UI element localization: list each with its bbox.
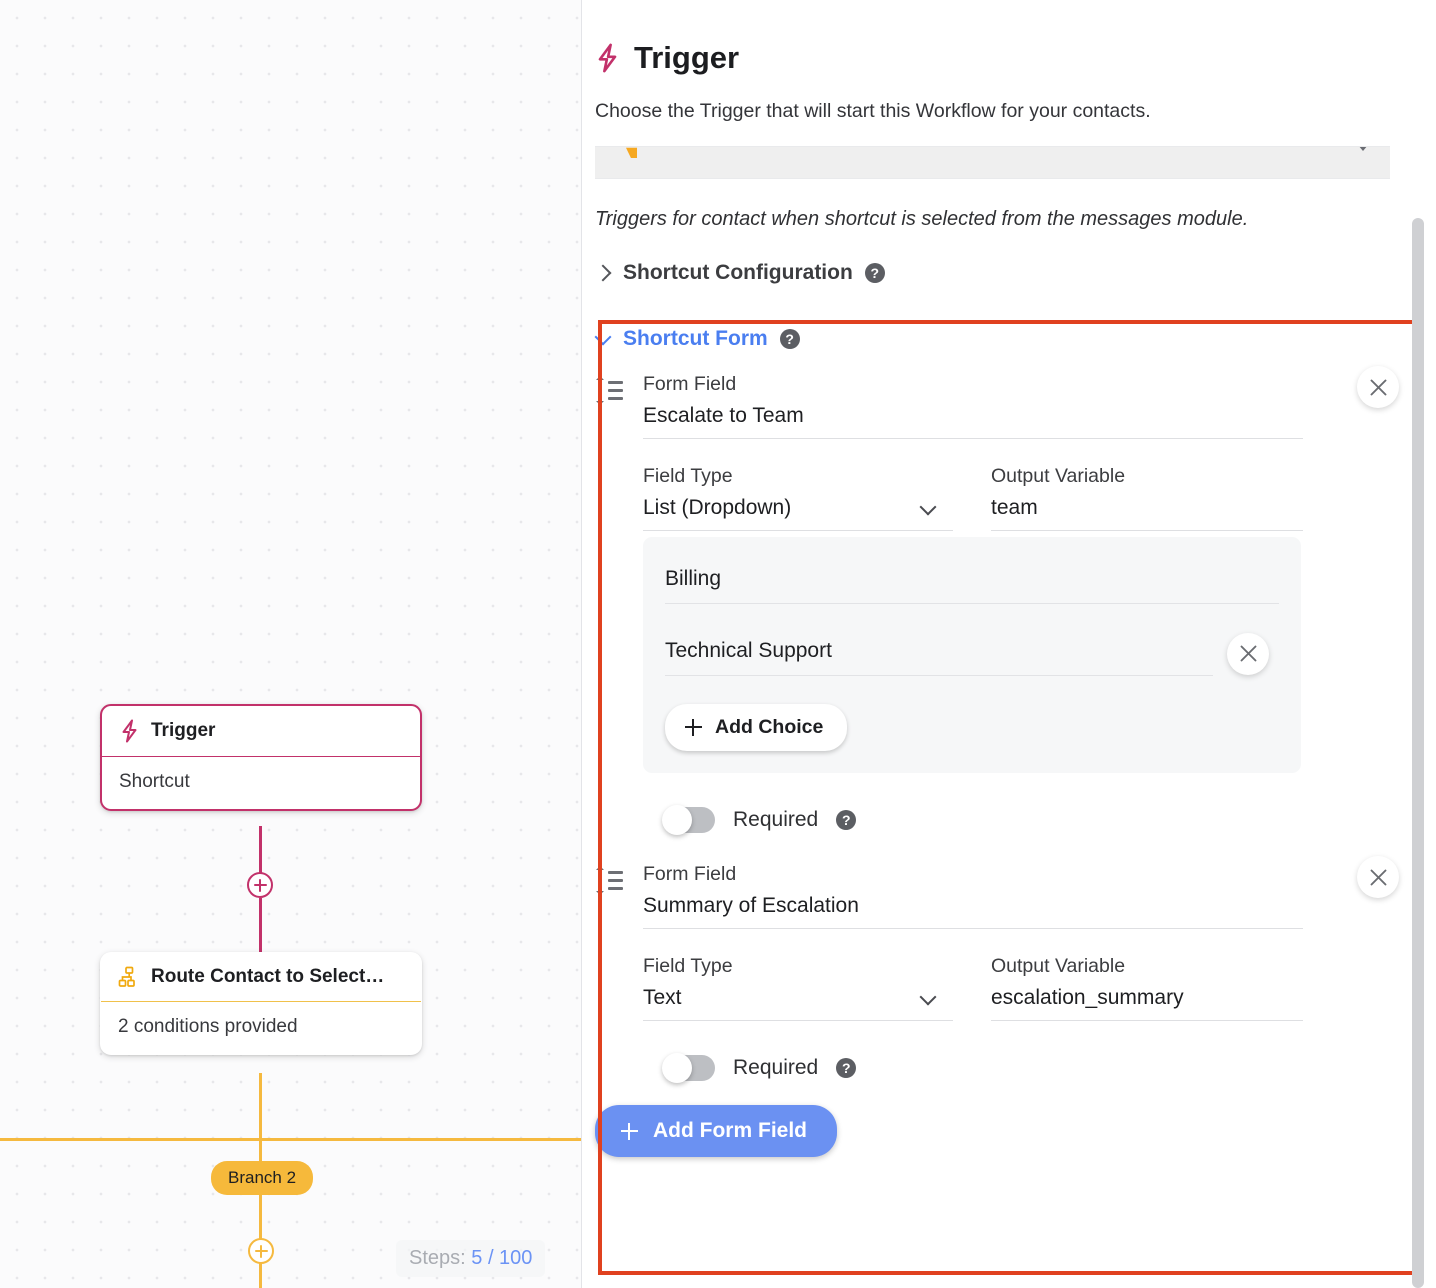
add-form-field-label: Add Form Field <box>653 1119 807 1142</box>
add-choice-button-1[interactable]: Add Choice <box>665 704 848 751</box>
remove-form-field-button-1[interactable] <box>1357 366 1399 408</box>
reorder-handle-icon[interactable] <box>595 376 623 405</box>
add-step-button-2[interactable] <box>248 1238 274 1264</box>
workflow-canvas[interactable]: Trigger Shortcut Route Contact to Select… <box>0 0 582 1288</box>
section-shortcut-form-label: Shortcut Form <box>623 327 768 350</box>
shortcut-tag-icon <box>626 147 637 158</box>
canvas-node-trigger-header: Trigger <box>102 706 420 757</box>
canvas-node-route-subtitle: 2 conditions provided <box>118 1016 298 1037</box>
section-shortcut-configuration-label: Shortcut Configuration <box>623 261 853 284</box>
panel-scroll-area: Triggers for contact when shortcut is se… <box>582 146 1436 1157</box>
choice-input-1[interactable] <box>665 559 1279 604</box>
section-shortcut-form[interactable]: Shortcut Form ? <box>595 285 1436 351</box>
chevron-right-icon <box>595 265 611 281</box>
page-title: Trigger <box>582 0 1436 76</box>
edge-route-to-branchline <box>259 1073 262 1141</box>
choices-panel-1: Add Choice <box>643 537 1301 773</box>
add-form-field-button[interactable]: Add Form Field <box>595 1105 837 1157</box>
panel-scrollbar[interactable] <box>1412 218 1424 1288</box>
toggle-knob <box>662 1053 692 1083</box>
reorder-line <box>608 381 623 384</box>
required-toggle-row-1: Required ? <box>595 773 1436 835</box>
toggle-knob <box>662 805 692 835</box>
trigger-config-panel: Trigger Choose the Trigger that will sta… <box>582 0 1436 1288</box>
field-type-select-2[interactable]: Text <box>643 978 953 1021</box>
canvas-node-route-contact[interactable]: Route Contact to Select… 2 conditions pr… <box>100 952 422 1055</box>
required-label-1: Required <box>733 808 819 831</box>
output-variable-value-1: team <box>991 496 1038 519</box>
plus-vertical-bar <box>258 878 262 892</box>
chevron-down-icon <box>595 331 611 347</box>
steps-counter: Steps: 5 / 100 <box>396 1240 546 1277</box>
required-label-2: Required <box>733 1056 819 1079</box>
branch-label-branch-2[interactable]: Branch 2 <box>211 1161 314 1195</box>
reorder-arrow <box>595 376 605 405</box>
reorder-line <box>608 887 623 890</box>
help-icon[interactable]: ? <box>864 263 885 283</box>
edge-branch2-down <box>259 1262 262 1288</box>
add-step-button-1[interactable] <box>247 872 273 898</box>
trigger-description: Triggers for contact when shortcut is se… <box>595 208 1249 230</box>
field-type-select-1[interactable]: List (Dropdown) <box>643 488 953 531</box>
branch-horizontal-line <box>0 1138 582 1141</box>
lightning-bolt-icon <box>595 43 620 73</box>
remove-choice-button-2[interactable] <box>1227 632 1269 675</box>
form-field-label-1: Form Field <box>643 373 737 395</box>
chevron-down-icon <box>922 502 935 515</box>
panel-subtitle: Choose the Trigger that will start this … <box>595 100 1151 122</box>
remove-form-field-button-2[interactable] <box>1357 856 1399 898</box>
output-variable-value-2: escalation_summary <box>991 986 1184 1009</box>
field-type-value-2: Text <box>643 986 682 1009</box>
lightning-bolt-icon <box>119 719 140 743</box>
form-field-name-input-1[interactable] <box>643 396 1303 439</box>
output-variable-input-1[interactable]: team <box>991 488 1303 531</box>
choice-row-1 <box>665 559 1279 604</box>
reorder-line <box>608 879 623 882</box>
reorder-line <box>608 871 623 874</box>
trigger-type-select[interactable] <box>595 147 1390 179</box>
workflow-builder-app: Trigger Shortcut Route Contact to Select… <box>0 0 1436 1288</box>
canvas-node-trigger-subtitle: Shortcut <box>119 771 190 792</box>
steps-counter-prefix: Steps: <box>409 1247 466 1269</box>
help-icon[interactable]: ? <box>779 329 800 349</box>
form-field-block-2: Form Field Field Type Text <box>595 833 1436 1083</box>
chevron-down-icon <box>922 992 935 1005</box>
form-field-name-input-2[interactable] <box>643 886 1303 929</box>
required-toggle-1[interactable] <box>662 805 715 835</box>
add-choice-label: Add Choice <box>715 716 824 738</box>
canvas-node-route-header: Route Contact to Select… <box>101 953 421 1002</box>
output-variable-label-1: Output Variable <box>991 465 1126 487</box>
choice-row-2 <box>665 631 1279 676</box>
reorder-line <box>608 397 623 400</box>
page-title-text: Trigger <box>634 40 740 75</box>
output-variable-input-2[interactable]: escalation_summary <box>991 978 1303 1021</box>
help-icon[interactable]: ? <box>836 810 857 830</box>
form-field-label-2: Form Field <box>643 863 737 885</box>
canvas-node-route-title: Route Contact to Select… <box>151 966 385 987</box>
help-icon[interactable]: ? <box>836 1058 857 1078</box>
field-type-label-2: Field Type <box>643 955 733 977</box>
sitemap-icon <box>118 966 140 988</box>
form-field-block-1: Form Field Field Type List (Dropdown) <box>595 351 1436 835</box>
section-shortcut-configuration[interactable]: Shortcut Configuration ? <box>595 231 1436 285</box>
chevron-down-icon <box>1358 147 1368 151</box>
plus-vertical-bar <box>259 1244 263 1258</box>
reorder-handle-icon[interactable] <box>595 866 623 895</box>
field-type-label-1: Field Type <box>643 465 733 487</box>
choice-spacer <box>665 604 1279 631</box>
steps-counter-value: 5 / 100 <box>471 1247 533 1269</box>
reorder-line <box>608 389 623 392</box>
field-type-value-1: List (Dropdown) <box>643 496 792 519</box>
output-variable-label-2: Output Variable <box>991 955 1126 977</box>
plus-icon <box>685 719 702 736</box>
canvas-node-trigger[interactable]: Trigger Shortcut <box>100 704 422 811</box>
required-toggle-2[interactable] <box>662 1053 715 1083</box>
canvas-node-trigger-title: Trigger <box>151 720 216 741</box>
plus-icon <box>621 1122 638 1140</box>
edge-plus-to-route <box>259 898 262 954</box>
choice-input-2[interactable] <box>665 631 1213 676</box>
required-toggle-row-2: Required ? <box>595 1021 1436 1083</box>
reorder-arrow <box>595 866 605 895</box>
